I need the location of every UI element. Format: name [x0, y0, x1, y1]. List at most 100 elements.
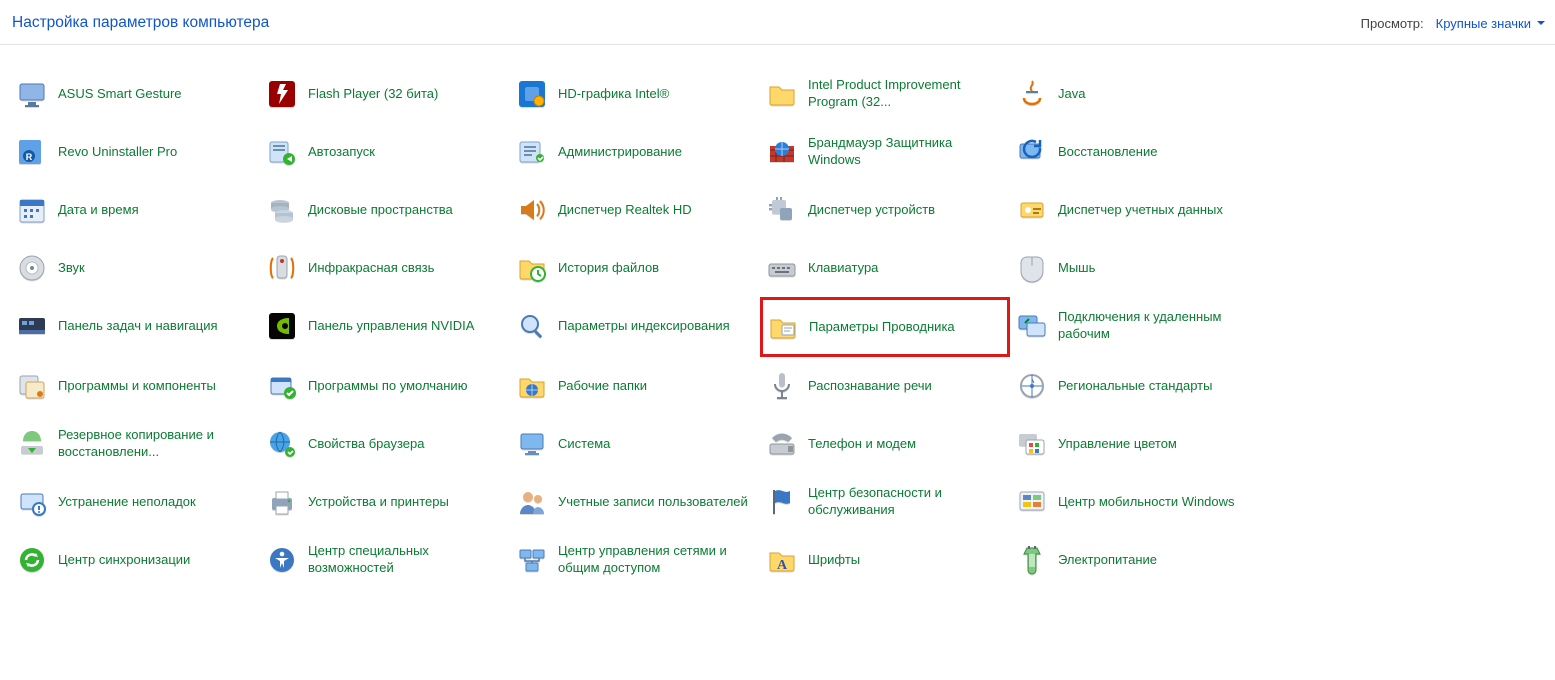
item-system[interactable]: Система [510, 415, 760, 473]
item-label: Звук [58, 260, 85, 277]
item-label: Диспетчер учетных данных [1058, 202, 1223, 219]
item-phone-modem[interactable]: Телефон и модем [760, 415, 1010, 473]
item-label: Диспетчер Realtek HD [558, 202, 692, 219]
autorun-icon [266, 136, 298, 168]
item-label: Центр безопасности и обслуживания [808, 485, 998, 518]
view-label: Просмотр: [1361, 16, 1424, 31]
item-realtek-hd[interactable]: Диспетчер Realtek HD [510, 181, 760, 239]
item-network-sharing[interactable]: Центр управления сетями и общим доступом [510, 531, 760, 589]
item-speech-recognition[interactable]: Распознавание речи [760, 357, 1010, 415]
item-work-folders[interactable]: Рабочие папки [510, 357, 760, 415]
item-mobility-center[interactable]: Центр мобильности Windows [1010, 473, 1260, 531]
item-troubleshooting[interactable]: Устранение неполадок [10, 473, 260, 531]
item-default-programs[interactable]: Программы по умолчанию [260, 357, 510, 415]
item-credential-manager[interactable]: Диспетчер учетных данных [1010, 181, 1260, 239]
item-revo-uninstaller[interactable]: RRevo Uninstaller Pro [10, 123, 260, 181]
system-icon [516, 428, 548, 460]
item-date-time[interactable]: Дата и время [10, 181, 260, 239]
header: Настройка параметров компьютера Просмотр… [0, 0, 1555, 45]
defapps-icon [266, 370, 298, 402]
programs-icon [16, 370, 48, 402]
mobility-icon [1016, 486, 1048, 518]
item-label: Мышь [1058, 260, 1095, 277]
date-icon [16, 194, 48, 226]
item-label: Автозапуск [308, 144, 375, 161]
item-region[interactable]: Региональные стандарты [1010, 357, 1260, 415]
item-label: Распознавание речи [808, 378, 932, 395]
item-label: Центр управления сетями и общим доступом [558, 543, 748, 576]
printers-icon [266, 486, 298, 518]
svg-text:R: R [26, 152, 33, 162]
item-label: Центр мобильности Windows [1058, 494, 1235, 511]
item-explorer-options[interactable]: Параметры Проводника [760, 297, 1010, 357]
item-file-history[interactable]: История файлов [510, 239, 760, 297]
item-keyboard[interactable]: Клавиатура [760, 239, 1010, 297]
item-infrared[interactable]: Инфракрасная связь [260, 239, 510, 297]
item-label: Устранение неполадок [58, 494, 196, 511]
item-label: Дисковые пространства [308, 202, 453, 219]
item-windows-defender-firewall[interactable]: Брандмауэр Защитника Windows [760, 123, 1010, 181]
item-label: Электропитание [1058, 552, 1157, 569]
folder-icon [766, 78, 798, 110]
item-label: Программы и компоненты [58, 378, 216, 395]
item-storage-spaces[interactable]: Дисковые пространства [260, 181, 510, 239]
item-sync-center[interactable]: Центр синхронизации [10, 531, 260, 589]
item-label: Инфракрасная связь [308, 260, 434, 277]
item-label: Intel Product Improvement Program (32... [808, 77, 998, 110]
folderopt-icon [767, 311, 799, 343]
item-sound[interactable]: Звук [10, 239, 260, 297]
item-power-options[interactable]: Электропитание [1010, 531, 1260, 589]
item-admin-tools[interactable]: Администрирование [510, 123, 760, 181]
sound-icon [16, 252, 48, 284]
item-label: Дата и время [58, 202, 139, 219]
item-intel-product-improvement[interactable]: Intel Product Improvement Program (32... [760, 65, 1010, 123]
intel-icon [516, 78, 548, 110]
view-area: Просмотр: Крупные значки [1361, 16, 1545, 31]
item-backup-restore[interactable]: Резервное копирование и восстановлени... [10, 415, 260, 473]
item-label: Управление цветом [1058, 436, 1177, 453]
region-icon [1016, 370, 1048, 402]
item-autorun[interactable]: Автозапуск [260, 123, 510, 181]
fonts-icon: A [766, 544, 798, 576]
taskbar-icon [16, 310, 48, 342]
remote-icon [1016, 310, 1048, 342]
infrared-icon [266, 252, 298, 284]
page-title: Настройка параметров компьютера [12, 14, 269, 32]
item-device-manager[interactable]: Диспетчер устройств [760, 181, 1010, 239]
item-nvidia-panel[interactable]: Панель управления NVIDIA [260, 297, 510, 355]
admin-icon [516, 136, 548, 168]
item-ease-of-access[interactable]: Центр специальных возможностей [260, 531, 510, 589]
item-mouse[interactable]: Мышь [1010, 239, 1260, 297]
item-label: ASUS Smart Gesture [58, 86, 182, 103]
item-java[interactable]: Java [1010, 65, 1260, 123]
nvidia-icon [266, 310, 298, 342]
item-color-management[interactable]: Управление цветом [1010, 415, 1260, 473]
item-label: Брандмауэр Защитника Windows [808, 135, 998, 168]
item-fonts[interactable]: AШрифты [760, 531, 1010, 589]
item-indexing-options[interactable]: Параметры индексирования [510, 297, 760, 355]
item-label: Параметры Проводника [809, 319, 955, 336]
svg-text:A: A [777, 558, 788, 573]
backup-icon [16, 428, 48, 460]
item-recovery[interactable]: Восстановление [1010, 123, 1260, 181]
item-label: История файлов [558, 260, 659, 277]
view-dropdown[interactable]: Крупные значки [1436, 16, 1545, 31]
item-label: Диспетчер устройств [808, 202, 935, 219]
item-user-accounts[interactable]: Учетные записи пользователей [510, 473, 760, 531]
keyboard-icon [766, 252, 798, 284]
item-security-maintenance[interactable]: Центр безопасности и обслуживания [760, 473, 1010, 531]
item-label: Подключения к удаленным рабочим [1058, 309, 1248, 342]
item-flash-player[interactable]: Flash Player (32 бита) [260, 65, 510, 123]
item-internet-options[interactable]: Свойства браузера [260, 415, 510, 473]
item-asus-smart-gesture[interactable]: ASUS Smart Gesture [10, 65, 260, 123]
item-programs-features[interactable]: Программы и компоненты [10, 357, 260, 415]
monitor-icon [16, 78, 48, 110]
folderclock-icon [516, 252, 548, 284]
chevron-down-icon [1537, 21, 1545, 25]
item-taskbar-navigation[interactable]: Панель задач и навигация [10, 297, 260, 355]
item-devices-printers[interactable]: Устройства и принтеры [260, 473, 510, 531]
item-label: Центр специальных возможностей [308, 543, 498, 576]
users-icon [516, 486, 548, 518]
item-remote-desktop[interactable]: Подключения к удаленным рабочим [1010, 297, 1260, 355]
item-hd-graphics-intel[interactable]: HD-графика Intel® [510, 65, 760, 123]
